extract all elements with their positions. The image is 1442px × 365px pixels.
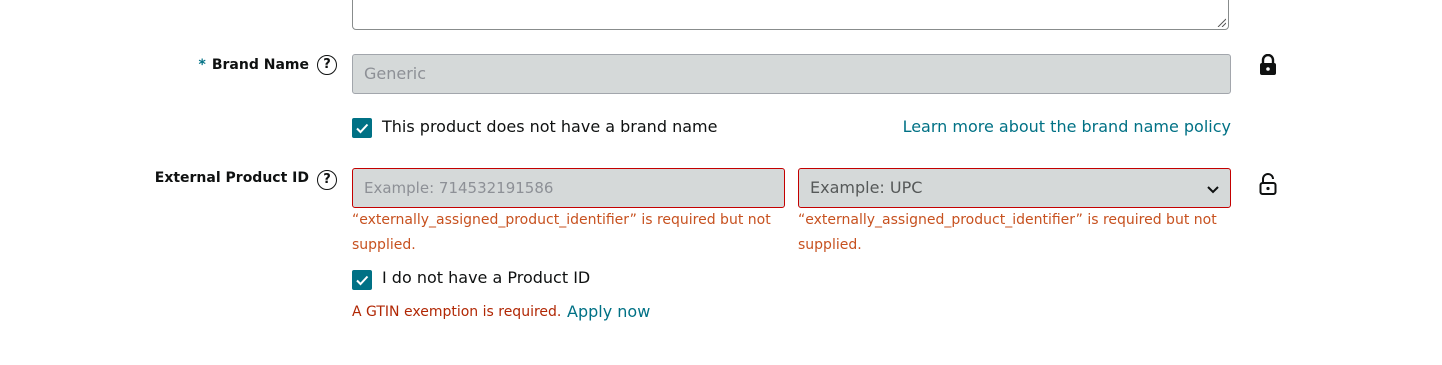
gtin-exemption-message: A GTIN exemption is required. [352,304,562,320]
help-glyph: ? [323,172,331,187]
product-id-error: “externally_assigned_product_identifier”… [352,212,771,253]
no-product-id-checkbox-label[interactable]: I do not have a Product ID [382,268,590,287]
product-id-input[interactable]: Example: 714532191586 [352,168,785,208]
product-id-type-value: Example: UPC [810,178,923,197]
resize-grip-icon[interactable] [1216,17,1226,27]
brand-name-label: * Brand Name [199,57,309,73]
required-marker: * [198,57,206,73]
brand-help-icon[interactable]: ? [317,55,337,75]
external-id-help-icon[interactable]: ? [317,170,337,190]
no-product-id-checkbox[interactable] [352,270,372,290]
checkmark-icon [356,123,369,134]
product-id-type-error: “externally_assigned_product_identifier”… [798,212,1217,253]
chevron-down-icon [1207,186,1219,194]
product-id-type-select[interactable]: Example: UPC [798,168,1231,208]
lock-closed-icon [1260,54,1276,75]
brand-name-value: Generic [364,64,427,83]
lock-open-icon [1259,173,1277,195]
checkmark-icon [356,275,369,286]
help-glyph: ? [323,57,331,72]
brand-policy-link[interactable]: Learn more about the brand name policy [903,117,1231,136]
product-id-placeholder: Example: 714532191586 [364,179,554,197]
no-brand-checkbox-label[interactable]: This product does not have a brand name [382,117,717,136]
external-id-label: External Product ID [154,170,309,186]
description-textarea[interactable] [352,0,1229,30]
brand-name-label-text: Brand Name [211,57,309,73]
apply-now-link[interactable]: Apply now [567,302,650,321]
brand-name-input[interactable]: Generic [352,54,1231,94]
no-brand-checkbox[interactable] [352,118,372,138]
